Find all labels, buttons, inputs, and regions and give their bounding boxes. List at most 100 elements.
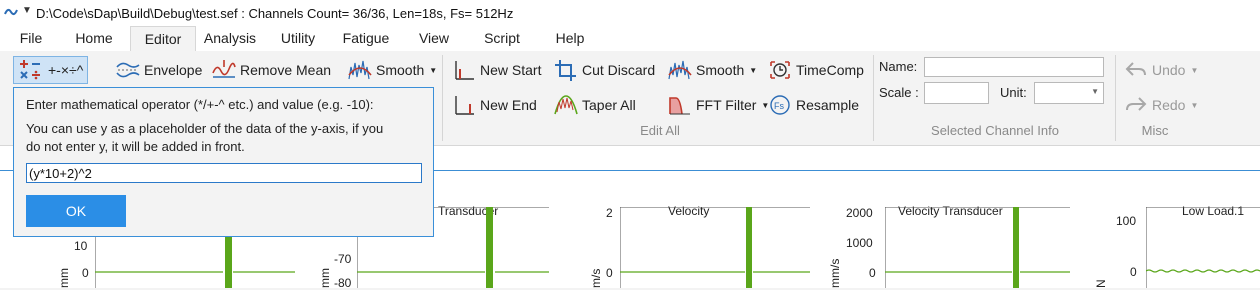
ok-button[interactable]: OK xyxy=(26,195,126,227)
smooth-button-1[interactable]: Smooth ▼ xyxy=(348,59,437,81)
tab-utility[interactable]: Utility xyxy=(272,26,324,51)
resample-label: Resample xyxy=(796,97,860,113)
tab-script[interactable]: Script xyxy=(480,26,524,51)
y-tick-label: 0 xyxy=(869,266,876,280)
expression-input[interactable] xyxy=(26,163,422,183)
chevron-down-icon: ▼ xyxy=(1190,100,1199,110)
cut-discard-label: Cut Discard xyxy=(582,62,656,78)
channel-scale-field[interactable] xyxy=(924,82,989,104)
undo-label: Undo xyxy=(1152,62,1186,78)
cut-discard-button[interactable]: Cut Discard xyxy=(554,59,655,81)
timecomp-label: TimeComp xyxy=(796,62,864,78)
y-axis-label: m/s xyxy=(589,268,603,288)
envelope-button[interactable]: Envelope xyxy=(116,59,202,81)
chevron-down-icon: ▼ xyxy=(1190,65,1199,75)
misc-group-label: Misc xyxy=(1141,123,1169,138)
edit-all-group-label: Edit All xyxy=(640,123,680,138)
math-operator-icon xyxy=(20,60,40,80)
ribbon-divider xyxy=(873,55,874,141)
ribbon-divider xyxy=(442,55,443,141)
undo-icon xyxy=(1125,62,1146,76)
remove-mean-label: Remove Mean xyxy=(240,62,332,78)
math-operator-popup: Enter mathematical operator (*/+-^ etc.)… xyxy=(13,87,434,237)
unit-select[interactable]: ▼ xyxy=(1034,82,1104,104)
remove-mean-button[interactable]: Remove Mean xyxy=(212,59,331,81)
tab-editor[interactable]: Editor xyxy=(130,26,196,51)
smooth-icon xyxy=(348,60,372,80)
redo-button[interactable]: Redo ▼ xyxy=(1124,94,1198,116)
tab-home[interactable]: Home xyxy=(66,26,122,51)
y-tick-label: 0 xyxy=(1130,265,1137,279)
new-start-label: New Start xyxy=(480,62,542,78)
fft-filter-button[interactable]: FFT Filter ▼ xyxy=(668,94,769,116)
math-operator-label: +-×÷^ xyxy=(48,62,84,78)
scale-label: Scale : xyxy=(879,85,919,100)
envelope-label: Envelope xyxy=(144,62,203,78)
y-tick-label: 0 xyxy=(606,266,613,280)
tab-file[interactable]: File xyxy=(10,26,52,51)
crop-icon xyxy=(555,60,576,81)
popup-hint-line1: You can use y as a placeholder of the da… xyxy=(26,121,384,136)
chevron-down-icon: ▼ xyxy=(429,65,438,75)
remove-mean-icon xyxy=(212,60,236,78)
resample-button[interactable]: Fs Resample xyxy=(768,94,859,116)
ribbon-divider xyxy=(1115,55,1116,141)
quick-access-dropdown-icon[interactable]: ▼ xyxy=(22,5,32,16)
taper-icon xyxy=(554,95,578,115)
svg-text:Fs: Fs xyxy=(774,101,784,111)
new-end-icon xyxy=(455,96,474,115)
tab-view[interactable]: View xyxy=(414,26,454,51)
redo-label: Redo xyxy=(1152,97,1186,113)
taper-all-button[interactable]: Taper All xyxy=(554,94,636,116)
plot-panel[interactable]: Low Load.1 100 0 N xyxy=(1084,172,1260,288)
signal-trace xyxy=(885,207,1070,288)
redo-icon xyxy=(1126,97,1147,111)
fft-filter-icon xyxy=(669,97,690,115)
y-tick-label: 100 xyxy=(1116,214,1137,228)
smooth-button-2[interactable]: Smooth ▼ xyxy=(668,59,757,81)
app-icon xyxy=(4,8,18,16)
tab-help[interactable]: Help xyxy=(551,26,589,51)
name-label: Name: xyxy=(879,59,918,74)
tab-fatigue[interactable]: Fatigue xyxy=(338,26,394,51)
y-axis-label: mm xyxy=(57,268,71,288)
channel-info-group-label: Selected Channel Info xyxy=(931,123,1059,138)
y-tick-label: 10 xyxy=(74,239,88,253)
y-tick-label: 1000 xyxy=(846,236,873,250)
unit-label: Unit: xyxy=(1000,85,1027,100)
smooth-label-2: Smooth xyxy=(696,62,745,78)
signal-trace xyxy=(1146,207,1260,288)
channel-name-field[interactable] xyxy=(924,57,1104,77)
fft-filter-label: FFT Filter xyxy=(696,97,757,113)
y-axis-label: mm/s xyxy=(828,258,842,288)
smooth-label-1: Smooth xyxy=(376,62,425,78)
popup-instruction: Enter mathematical operator (*/+-^ etc.)… xyxy=(26,97,374,112)
y-axis-label: N xyxy=(1094,279,1108,288)
resample-icon: Fs xyxy=(770,95,790,115)
y-tick-label: 2000 xyxy=(846,206,873,220)
new-start-icon xyxy=(455,61,474,80)
new-end-label: New End xyxy=(480,97,537,113)
y-tick-label: 0 xyxy=(82,266,89,280)
title-bar: ▼ D:\Code\sDap\Build\Debug\test.sef : Ch… xyxy=(0,0,1260,26)
envelope-icon xyxy=(116,62,140,78)
taper-all-label: Taper All xyxy=(582,97,636,113)
y-axis-label: mm xyxy=(318,268,332,288)
new-end-button[interactable]: New End xyxy=(452,94,537,116)
clock-icon xyxy=(770,61,790,79)
y-tick-label: 2 xyxy=(606,206,613,220)
math-operator-button[interactable]: +-×÷^ xyxy=(13,56,89,84)
new-start-button[interactable]: New Start xyxy=(452,59,541,81)
timecomp-button[interactable]: TimeComp xyxy=(768,59,864,81)
y-tick-label: -70 xyxy=(334,252,352,266)
plot-panel[interactable]: Velocity 2 0 m/s xyxy=(562,172,822,288)
plot-panel[interactable]: Velocity Transducer 2000 1000 0 mm/s xyxy=(822,172,1084,288)
window-title: D:\Code\sDap\Build\Debug\test.sef : Chan… xyxy=(36,6,514,21)
popup-hint-line2: do not enter y, it will be added in fron… xyxy=(26,139,245,154)
smooth-icon xyxy=(668,60,692,80)
tab-analysis[interactable]: Analysis xyxy=(200,26,260,51)
menu-bar: File Home Editor Analysis Utility Fatigu… xyxy=(0,26,1260,51)
undo-button[interactable]: Undo ▼ xyxy=(1124,59,1198,81)
chevron-down-icon: ▼ xyxy=(1091,87,1099,96)
chevron-down-icon: ▼ xyxy=(749,65,758,75)
